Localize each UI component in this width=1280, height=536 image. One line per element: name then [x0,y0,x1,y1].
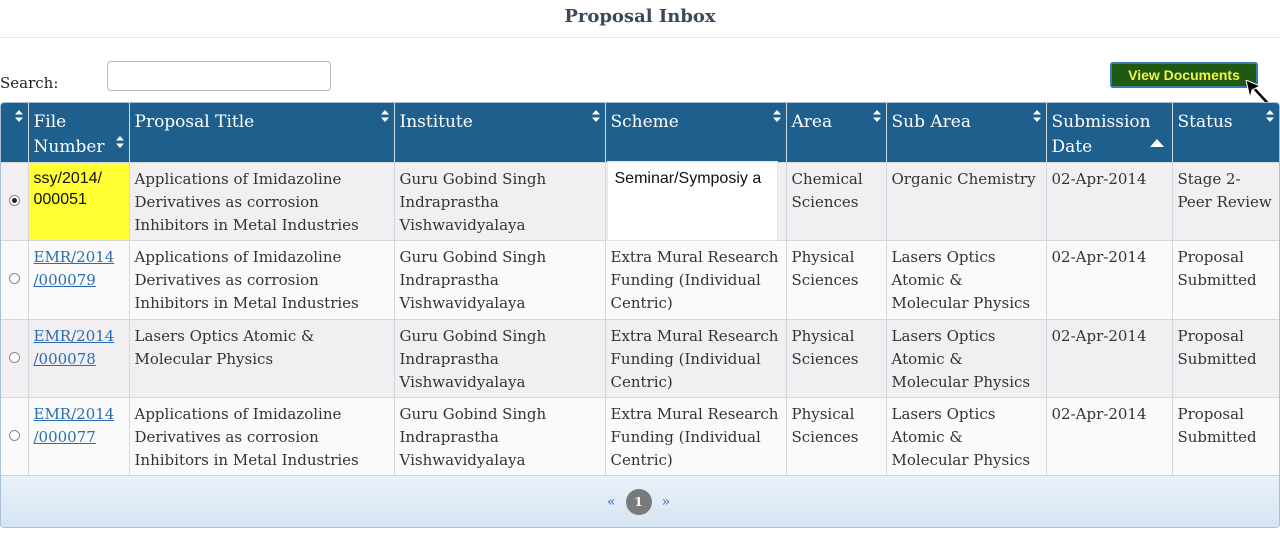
row-select-cell[interactable] [1,396,29,476]
sort-up-icon [1149,139,1164,147]
column-header-proposal-title[interactable]: Proposal Title [129,103,395,162]
proposal-title-cell: Applications of Imidazoline Derivatives … [129,239,395,319]
status-cell: Proposal Submitted [1172,239,1279,319]
status-cell: Stage 2- Peer Review [1172,161,1279,240]
column-header-label: Status [1177,112,1233,132]
proposal-table-container: File Number Proposal Title Institute Sch… [0,102,1280,528]
sort-icon [380,110,389,122]
sort-icon [115,136,124,148]
status-cell: Proposal Submitted [1172,396,1279,476]
institute-cell: Guru Gobind Singh Indraprastha Vishwavid… [394,318,606,397]
sub-area-cell: Lasers Optics Atomic & Molecular Physics [886,318,1047,397]
row-select-cell[interactable] [1,318,29,397]
file-number-cell: EMR/2014 /000078 [28,318,130,397]
institute-cell: Guru Gobind Singh Indraprastha Vishwavid… [394,396,606,476]
column-header-area[interactable]: Area [786,103,887,162]
pagination-bar: « 1 » [1,475,1279,527]
sub-area-cell: Lasers Optics Atomic & Molecular Physics [886,239,1047,319]
file-number-link[interactable]: EMR/2014 /000078 [34,327,115,368]
sort-icon [1032,110,1041,122]
proposal-title-cell: Applications of Imidazoline Derivatives … [129,161,395,240]
sort-icon [14,110,23,122]
sort-icon [1266,110,1274,122]
column-header-file-number[interactable]: File Number [28,103,130,162]
column-header-institute[interactable]: Institute [394,103,606,162]
scheme-cell: Extra Mural Research Funding (Individual… [605,318,787,397]
submission-date-cell: 02-Apr-2014 [1046,239,1173,319]
scheme-cell: Seminar/Symposiy a [605,160,787,241]
row-radio-button[interactable] [8,430,20,442]
scheme-text: Seminar/Symposiy a [606,160,778,241]
table-row[interactable]: EMR/2014 /000078 Lasers Optics Atomic & … [1,318,1279,397]
status-cell: Proposal Submitted [1172,318,1279,397]
sub-area-cell: Lasers Optics Atomic & Molecular Physics [886,396,1047,476]
file-number-link[interactable]: EMR/2014 /000077 [34,405,115,446]
column-header-submission-date[interactable]: Submission Date [1046,103,1173,162]
area-cell: Physical Sciences [786,396,887,476]
column-header-sub-area[interactable]: Sub Area [886,103,1047,162]
submission-date-cell: 02-Apr-2014 [1046,318,1173,397]
file-number-cell: EMR/2014 /000077 [28,396,130,476]
file-number-cell: EMR/2014 /000079 [28,239,130,319]
next-page-link[interactable]: » [662,494,671,510]
proposal-title-cell: Lasers Optics Atomic & Molecular Physics [129,318,395,397]
file-number-cell[interactable]: ssy/2014/ 000051 [28,161,130,240]
institute-cell: Guru Gobind Singh Indraprastha Vishwavid… [394,239,606,319]
table-row[interactable]: EMR/2014 /000077 Applications of Imidazo… [1,396,1279,476]
column-header-label: File Number [33,112,105,157]
select-column-header[interactable] [1,103,29,162]
column-header-status[interactable]: Status [1172,103,1279,162]
row-radio-button[interactable] [8,273,20,284]
row-select-cell[interactable] [1,161,29,240]
table-row[interactable]: EMR/2014 /000079 Applications of Imidazo… [1,239,1279,319]
sort-icon [872,110,881,122]
column-header-scheme[interactable]: Scheme [605,103,787,162]
column-header-label: Area [791,112,833,132]
column-header-label: Scheme [610,112,679,132]
table-row[interactable]: ssy/2014/ 000051 Applications of Imidazo… [1,160,1279,241]
row-radio-button[interactable] [8,194,20,206]
sort-icon [772,110,781,122]
prev-page-link[interactable]: « [607,494,616,510]
area-cell: Physical Sciences [786,239,887,319]
search-label: Search: [0,74,59,92]
current-page-indicator[interactable]: 1 [625,489,652,515]
proposal-title-cell: Applications of Imidazoline Derivatives … [129,396,395,476]
scheme-cell: Extra Mural Research Funding (Individual… [605,239,787,319]
column-header-label: Submission Date [1051,112,1151,157]
submission-date-cell: 02-Apr-2014 [1046,161,1173,240]
column-header-label: Proposal Title [134,112,255,132]
pager: « 1 » [607,488,670,516]
sub-area-cell: Organic Chemistry [886,161,1047,240]
file-number-link[interactable]: EMR/2014 /000079 [34,248,115,289]
search-input[interactable] [107,61,331,91]
column-header-label: Institute [399,112,473,132]
submission-date-cell: 02-Apr-2014 [1046,396,1173,476]
column-header-label: Sub Area [891,112,971,132]
row-radio-button[interactable] [8,351,20,363]
page-title: Proposal Inbox [0,0,1280,38]
scheme-cell: Extra Mural Research Funding (Individual… [605,396,787,476]
institute-cell: Guru Gobind Singh Indraprastha Vishwavid… [394,161,606,240]
area-cell: Physical Sciences [786,318,887,397]
sort-icon [591,110,600,122]
view-documents-button[interactable]: View Documents [1110,62,1258,88]
row-select-cell[interactable] [1,239,29,319]
proposal-table: File Number Proposal Title Institute Sch… [1,103,1279,476]
area-cell: Chemical Sciences [786,161,887,240]
